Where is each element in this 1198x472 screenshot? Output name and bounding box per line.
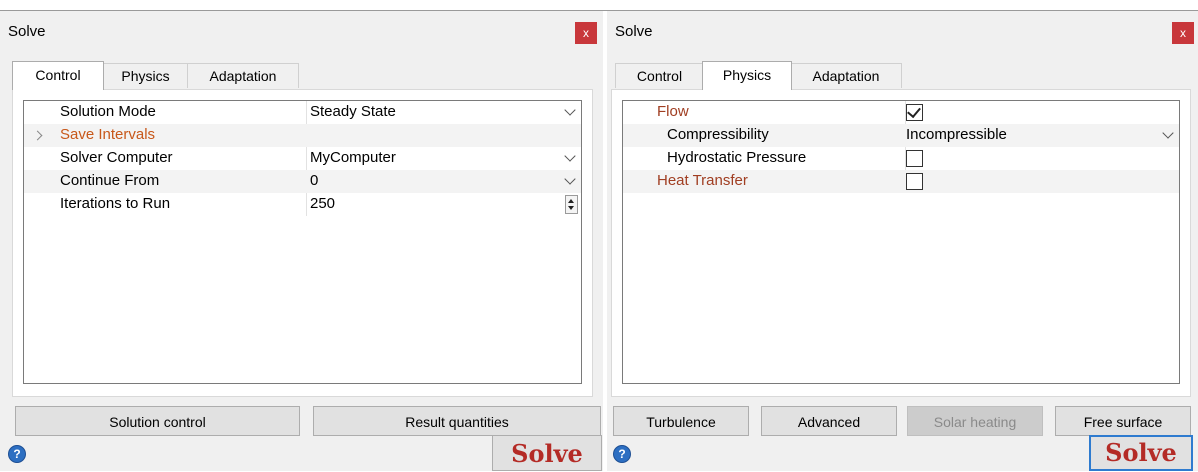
help-icon[interactable]: ? — [613, 445, 631, 463]
solve-button[interactable]: Solve — [1089, 435, 1193, 471]
expand-arrow-icon[interactable] — [32, 130, 43, 141]
tab-physics[interactable]: Physics — [102, 63, 189, 88]
panel-title: Solve — [615, 23, 653, 40]
chevron-down-icon[interactable] — [564, 173, 576, 185]
tab-strip: Control Physics Adaptation — [12, 61, 312, 90]
heat-transfer-checkbox[interactable] — [906, 173, 923, 190]
result-quantities-button[interactable]: Result quantities — [313, 406, 601, 436]
property-value[interactable]: Incompressible — [906, 126, 1007, 143]
solve-button[interactable]: Solve — [492, 435, 602, 471]
property-value[interactable]: MyComputer — [310, 149, 396, 166]
property-row-solution-mode[interactable]: Solution Mode Steady State — [24, 101, 581, 124]
property-label: Save Intervals — [60, 126, 156, 143]
close-button[interactable]: x — [575, 22, 597, 44]
tab-adaptation[interactable]: Adaptation — [790, 63, 902, 88]
property-label: Continue From — [60, 172, 160, 189]
spin-down-icon[interactable] — [568, 206, 574, 210]
property-row-heat-transfer[interactable]: Heat Transfer — [623, 170, 1179, 193]
tab-strip: Control Physics Adaptation — [615, 61, 915, 90]
property-row-compressibility[interactable]: Compressibility Incompressible — [623, 124, 1179, 147]
spinner-control[interactable] — [565, 195, 578, 214]
chevron-down-icon[interactable] — [564, 104, 576, 116]
tab-control[interactable]: Control — [12, 61, 104, 90]
advanced-button[interactable]: Advanced — [761, 406, 897, 436]
property-label: Iterations to Run — [60, 195, 171, 212]
property-label: Solver Computer — [60, 149, 173, 166]
property-label: Hydrostatic Pressure — [667, 149, 807, 166]
hydrostatic-pressure-checkbox[interactable] — [906, 150, 923, 167]
property-label: Flow — [657, 103, 689, 120]
turbulence-button[interactable]: Turbulence — [613, 406, 749, 436]
property-row-save-intervals[interactable]: Save Intervals — [24, 124, 581, 147]
property-grid: Flow Compressibility Incompressible Hydr… — [622, 100, 1180, 384]
property-value[interactable]: 0 — [310, 172, 318, 189]
tab-content: Flow Compressibility Incompressible Hydr… — [611, 89, 1191, 397]
property-value[interactable]: Steady State — [310, 103, 396, 120]
spin-up-icon[interactable] — [568, 199, 574, 203]
tab-adaptation[interactable]: Adaptation — [187, 63, 299, 88]
chevron-down-icon[interactable] — [1162, 127, 1174, 139]
property-value[interactable]: 250 — [310, 195, 335, 212]
property-row-hydrostatic-pressure[interactable]: Hydrostatic Pressure — [623, 147, 1179, 170]
flow-checkbox[interactable] — [906, 103, 923, 121]
free-surface-button[interactable]: Free surface — [1055, 406, 1191, 436]
property-label: Compressibility — [667, 126, 769, 143]
property-row-continue-from[interactable]: Continue From 0 — [24, 170, 581, 193]
solar-heating-button: Solar heating — [907, 406, 1043, 436]
property-row-flow[interactable]: Flow — [623, 101, 1179, 124]
help-icon[interactable]: ? — [8, 445, 26, 463]
solve-panel-physics: Solve x Control Physics Adaptation Flow … — [607, 11, 1198, 471]
property-label: Solution Mode — [60, 103, 156, 120]
property-label: Heat Transfer — [657, 172, 748, 189]
close-button[interactable]: x — [1172, 22, 1194, 44]
panel-title: Solve — [8, 23, 46, 40]
chevron-down-icon[interactable] — [564, 150, 576, 162]
property-row-iterations[interactable]: Iterations to Run 250 — [24, 193, 581, 216]
solve-panel-control: Solve x Control Physics Adaptation Solut… — [0, 11, 603, 471]
solution-control-button[interactable]: Solution control — [15, 406, 300, 436]
check-icon — [907, 103, 921, 119]
property-grid: Solution Mode Steady State Save Interval… — [23, 100, 582, 384]
tab-physics[interactable]: Physics — [702, 61, 792, 90]
property-row-solver-computer[interactable]: Solver Computer MyComputer — [24, 147, 581, 170]
tab-control[interactable]: Control — [615, 63, 704, 88]
tab-content: Solution Mode Steady State Save Interval… — [12, 89, 593, 397]
